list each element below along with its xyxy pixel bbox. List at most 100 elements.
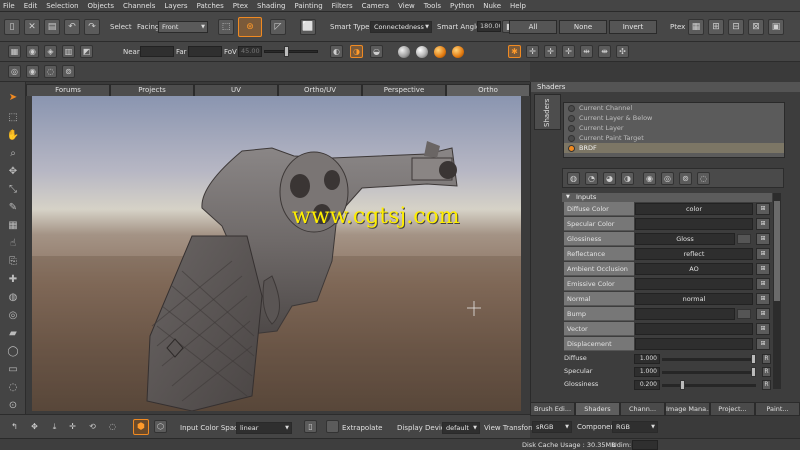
param-value-field[interactable]	[635, 278, 753, 290]
polygon-select-icon[interactable]: ◸	[270, 19, 286, 35]
param-value-field[interactable]	[635, 323, 753, 335]
param-swatch[interactable]	[737, 234, 751, 244]
eye-show-all-icon[interactable]: ⊚	[62, 65, 75, 78]
tab-image-manager[interactable]: Image Mana...	[665, 402, 710, 416]
menu-edit[interactable]: Edit	[24, 2, 38, 10]
tab-projection[interactable]: Project...	[710, 402, 755, 416]
tab-channels[interactable]: Chann...	[620, 402, 665, 416]
slider-knob[interactable]	[679, 380, 685, 390]
paint-brush-icon[interactable]: ✎	[5, 200, 21, 216]
shader-copy-icon[interactable]: ◕	[603, 172, 616, 185]
eyedropper-icon[interactable]: ⊙	[5, 398, 21, 414]
menu-python[interactable]: Python	[450, 2, 474, 10]
ptex-lock-icon[interactable]: ⊞	[708, 19, 724, 35]
tab-paint[interactable]: Paint...	[755, 402, 800, 416]
param-value-field[interactable]: normal	[635, 293, 753, 305]
hexagon-grid-icon[interactable]: ⬡	[154, 420, 167, 433]
select-all-button[interactable]: All	[509, 20, 557, 34]
document-icon[interactable]: ▯	[304, 420, 317, 433]
lighting-icon[interactable]: ◐	[330, 45, 343, 58]
menu-ptex[interactable]: Ptex	[233, 2, 248, 10]
channel-item-current-layer[interactable]: Current Layer	[564, 123, 784, 133]
lasso-icon[interactable]: ◌	[106, 420, 119, 433]
invert-selection-button[interactable]: Invert	[609, 20, 657, 34]
view-transform-select[interactable]: sRGB	[532, 421, 572, 433]
component-select[interactable]: RGB	[612, 421, 658, 433]
link-node-icon[interactable]: ⊞	[756, 248, 770, 260]
light-toggle-icon[interactable]: ✱	[508, 45, 521, 58]
fov-slider-track[interactable]	[264, 50, 318, 53]
channel-item-brdf[interactable]: BRDF	[564, 143, 784, 153]
param-value-field[interactable]: Gloss	[635, 233, 735, 245]
menu-view[interactable]: View	[398, 2, 415, 10]
eye-filter-icon[interactable]: ◎	[8, 65, 21, 78]
link-node-icon[interactable]: ⊞	[756, 218, 770, 230]
slider-value-field[interactable]: 1.000	[634, 354, 660, 364]
select-arrow-icon[interactable]: ➤	[5, 90, 21, 106]
link-node-icon[interactable]: ⊞	[756, 308, 770, 320]
eye-icon[interactable]: ◉	[26, 65, 39, 78]
undo-icon[interactable]: ↶	[64, 19, 80, 35]
spec-shader-ball-icon[interactable]	[416, 46, 428, 58]
down-arrow-icon[interactable]: ⤓	[48, 420, 61, 433]
camera-icon[interactable]: ◉	[26, 45, 39, 58]
channel-item-current-channel[interactable]: Current Channel	[564, 103, 784, 113]
shader-eye-hide-icon[interactable]: ◌	[697, 172, 710, 185]
inputs-section-header[interactable]: Inputs	[562, 193, 772, 202]
link-node-icon[interactable]: ⊞	[756, 233, 770, 245]
tab-brush-editor[interactable]: Brush Edi...	[530, 402, 575, 416]
slider-knob[interactable]	[751, 367, 756, 377]
tab-perspective[interactable]: Perspective	[362, 84, 446, 96]
param-value-field[interactable]: reflect	[635, 248, 753, 260]
ptex-split-icon[interactable]: ⊟	[728, 19, 744, 35]
display-device-select[interactable]: default	[442, 422, 480, 434]
grid-icon[interactable]: ▥	[62, 45, 75, 58]
channel-item-current-layer-below[interactable]: Current Layer & Below	[564, 113, 784, 123]
near-field[interactable]	[140, 46, 174, 57]
shader-apply-icon[interactable]: ◑	[621, 172, 634, 185]
symmetry-icon[interactable]: ⇼	[598, 45, 611, 58]
param-value-field[interactable]: AO	[635, 263, 753, 275]
channel-item-current-paint-target[interactable]: Current Paint Target	[564, 133, 784, 143]
menu-channels[interactable]: Channels	[123, 2, 155, 10]
new-file-icon[interactable]: ▯	[4, 19, 20, 35]
menu-tools[interactable]: Tools	[424, 2, 441, 10]
hexagon-icon[interactable]: ⬢	[133, 419, 149, 435]
menu-shading[interactable]: Shading	[257, 2, 285, 10]
paint-light-icon[interactable]: ◑	[350, 45, 363, 58]
param-value-field[interactable]	[635, 308, 735, 320]
far-field[interactable]	[188, 46, 222, 57]
menu-selection[interactable]: Selection	[46, 2, 78, 10]
menu-layers[interactable]: Layers	[164, 2, 187, 10]
pan-icon[interactable]: ✛	[66, 420, 79, 433]
slider-value-field[interactable]: 0.200	[634, 380, 660, 390]
slider-track[interactable]	[662, 371, 756, 374]
tab-shaders[interactable]: Shaders	[575, 402, 620, 416]
param-value-field[interactable]: color	[635, 203, 753, 215]
param-value-field[interactable]	[635, 218, 753, 230]
axis-y-icon[interactable]: ✛	[544, 45, 557, 58]
tab-ortho-uv[interactable]: Ortho/UV	[278, 84, 362, 96]
shader-eye-all-icon[interactable]: ⊚	[679, 172, 692, 185]
axis-x-icon[interactable]: ✛	[526, 45, 539, 58]
slider-knob[interactable]	[751, 354, 756, 364]
hand-icon[interactable]: ✋	[5, 128, 21, 144]
link-node-icon[interactable]: ⊞	[756, 278, 770, 290]
pivot-icon[interactable]: ✣	[616, 45, 629, 58]
box-select-icon[interactable]: ⬚	[218, 19, 234, 35]
undo-arrow-icon[interactable]: ↰	[8, 420, 21, 433]
link-node-icon[interactable]: ⊞	[756, 293, 770, 305]
ptex-resize-icon[interactable]: ▣	[768, 19, 784, 35]
smart-type-select[interactable]: Connectedness	[370, 21, 432, 33]
tab-forums[interactable]: Forums	[26, 84, 110, 96]
paint-select-icon[interactable]: ⬜	[300, 19, 316, 35]
marquee-icon[interactable]: ⬚	[5, 110, 21, 126]
menu-camera[interactable]: Camera	[362, 2, 389, 10]
menu-patches[interactable]: Patches	[197, 2, 224, 10]
zoom-icon[interactable]: ⌕	[5, 146, 21, 162]
close-file-icon[interactable]: ✕	[24, 19, 40, 35]
inputs-scrollbar[interactable]	[773, 193, 781, 389]
slider-track[interactable]	[662, 358, 756, 361]
menu-filters[interactable]: Filters	[332, 2, 353, 10]
sharpen-icon[interactable]: ◌	[5, 380, 21, 396]
